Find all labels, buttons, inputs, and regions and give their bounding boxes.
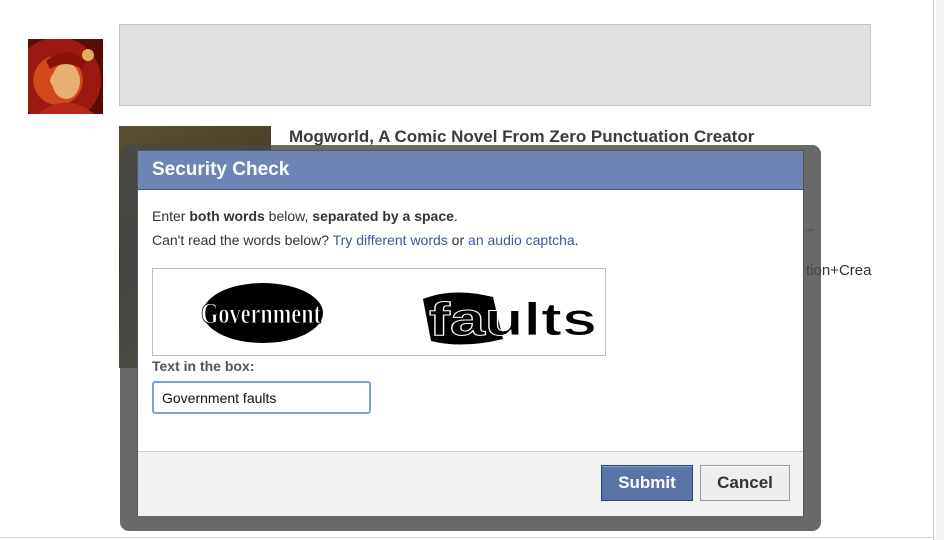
submit-button[interactable]: Submit <box>601 465 693 501</box>
instruction-text-1: Enter <box>152 208 190 224</box>
avatar[interactable] <box>28 39 103 114</box>
instruction-text-3: . <box>453 208 458 224</box>
try-different-words-link[interactable]: Try different words <box>333 232 448 248</box>
text-in-box-label: Text in the box: <box>152 358 255 374</box>
post-title-link[interactable]: Mogworld, A Comic Novel From Zero Punctu… <box>289 127 754 147</box>
instruction-emphasis-separated: separated by a space <box>312 208 454 224</box>
dialog-footer: Submit Cancel <box>138 451 803 516</box>
audio-captcha-link[interactable]: an audio captcha <box>468 232 575 248</box>
captcha-image: Government faults <box>152 268 606 356</box>
help-suffix: . <box>574 232 579 248</box>
window-edge <box>936 0 944 540</box>
help-middle: or <box>447 232 469 248</box>
cancel-button[interactable]: Cancel <box>700 465 790 501</box>
page-right-border <box>933 0 934 540</box>
portrait-icon <box>38 49 94 114</box>
captcha-response-input[interactable] <box>152 381 371 414</box>
captcha-help: Can't read the words below? Try differen… <box>152 232 579 248</box>
instruction-emphasis-both: both words <box>189 208 265 224</box>
captcha-word-1: Government <box>201 297 321 330</box>
captcha-graphic: Government faults <box>201 283 598 346</box>
dialog-title: Security Check <box>138 151 803 190</box>
help-prefix: Can't read the words below? <box>152 232 333 248</box>
instruction-text-2: below, <box>264 208 313 224</box>
captcha-word-2: faults <box>429 293 597 345</box>
captcha-instruction: Enter both words below, separated by a s… <box>152 208 458 224</box>
page-bottom-border <box>0 537 934 538</box>
security-check-dialog: Security Check Enter both words below, s… <box>137 150 804 516</box>
status-composer[interactable] <box>119 24 871 106</box>
